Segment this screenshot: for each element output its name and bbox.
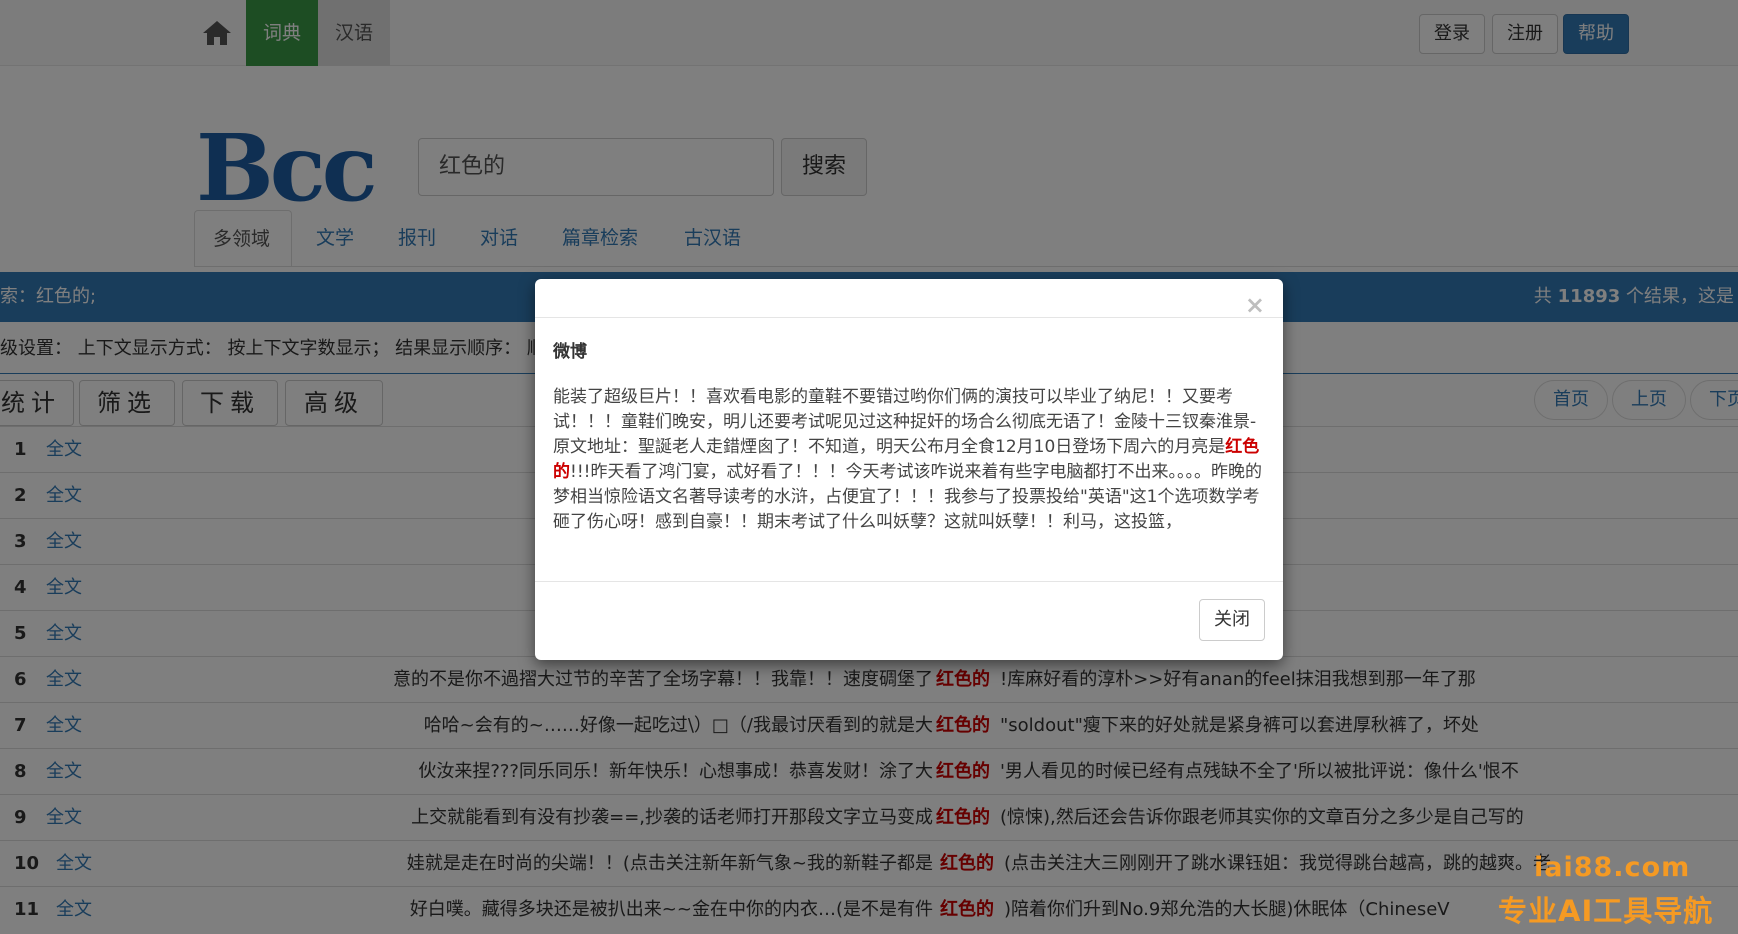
weibo-modal: × 微博 能装了超级巨片！！喜欢看电影的童鞋不要错过哟你们俩的演技可以毕业了纳尼… bbox=[535, 279, 1283, 660]
modal-footer-divider bbox=[535, 581, 1283, 582]
close-icon[interactable]: × bbox=[1245, 293, 1265, 317]
modal-body-text: 能装了超级巨片！！喜欢看电影的童鞋不要错过哟你们俩的演技可以毕业了纳尼！！又要考… bbox=[553, 387, 1262, 532]
modal-close-button[interactable]: 关闭 bbox=[1199, 599, 1265, 641]
modal-title: 微博 bbox=[553, 342, 587, 362]
watermark-tagline: 专业AI工具导航 bbox=[1498, 894, 1714, 928]
watermark-url: iai88.com bbox=[1534, 852, 1691, 883]
modal-header: × bbox=[535, 279, 1283, 318]
